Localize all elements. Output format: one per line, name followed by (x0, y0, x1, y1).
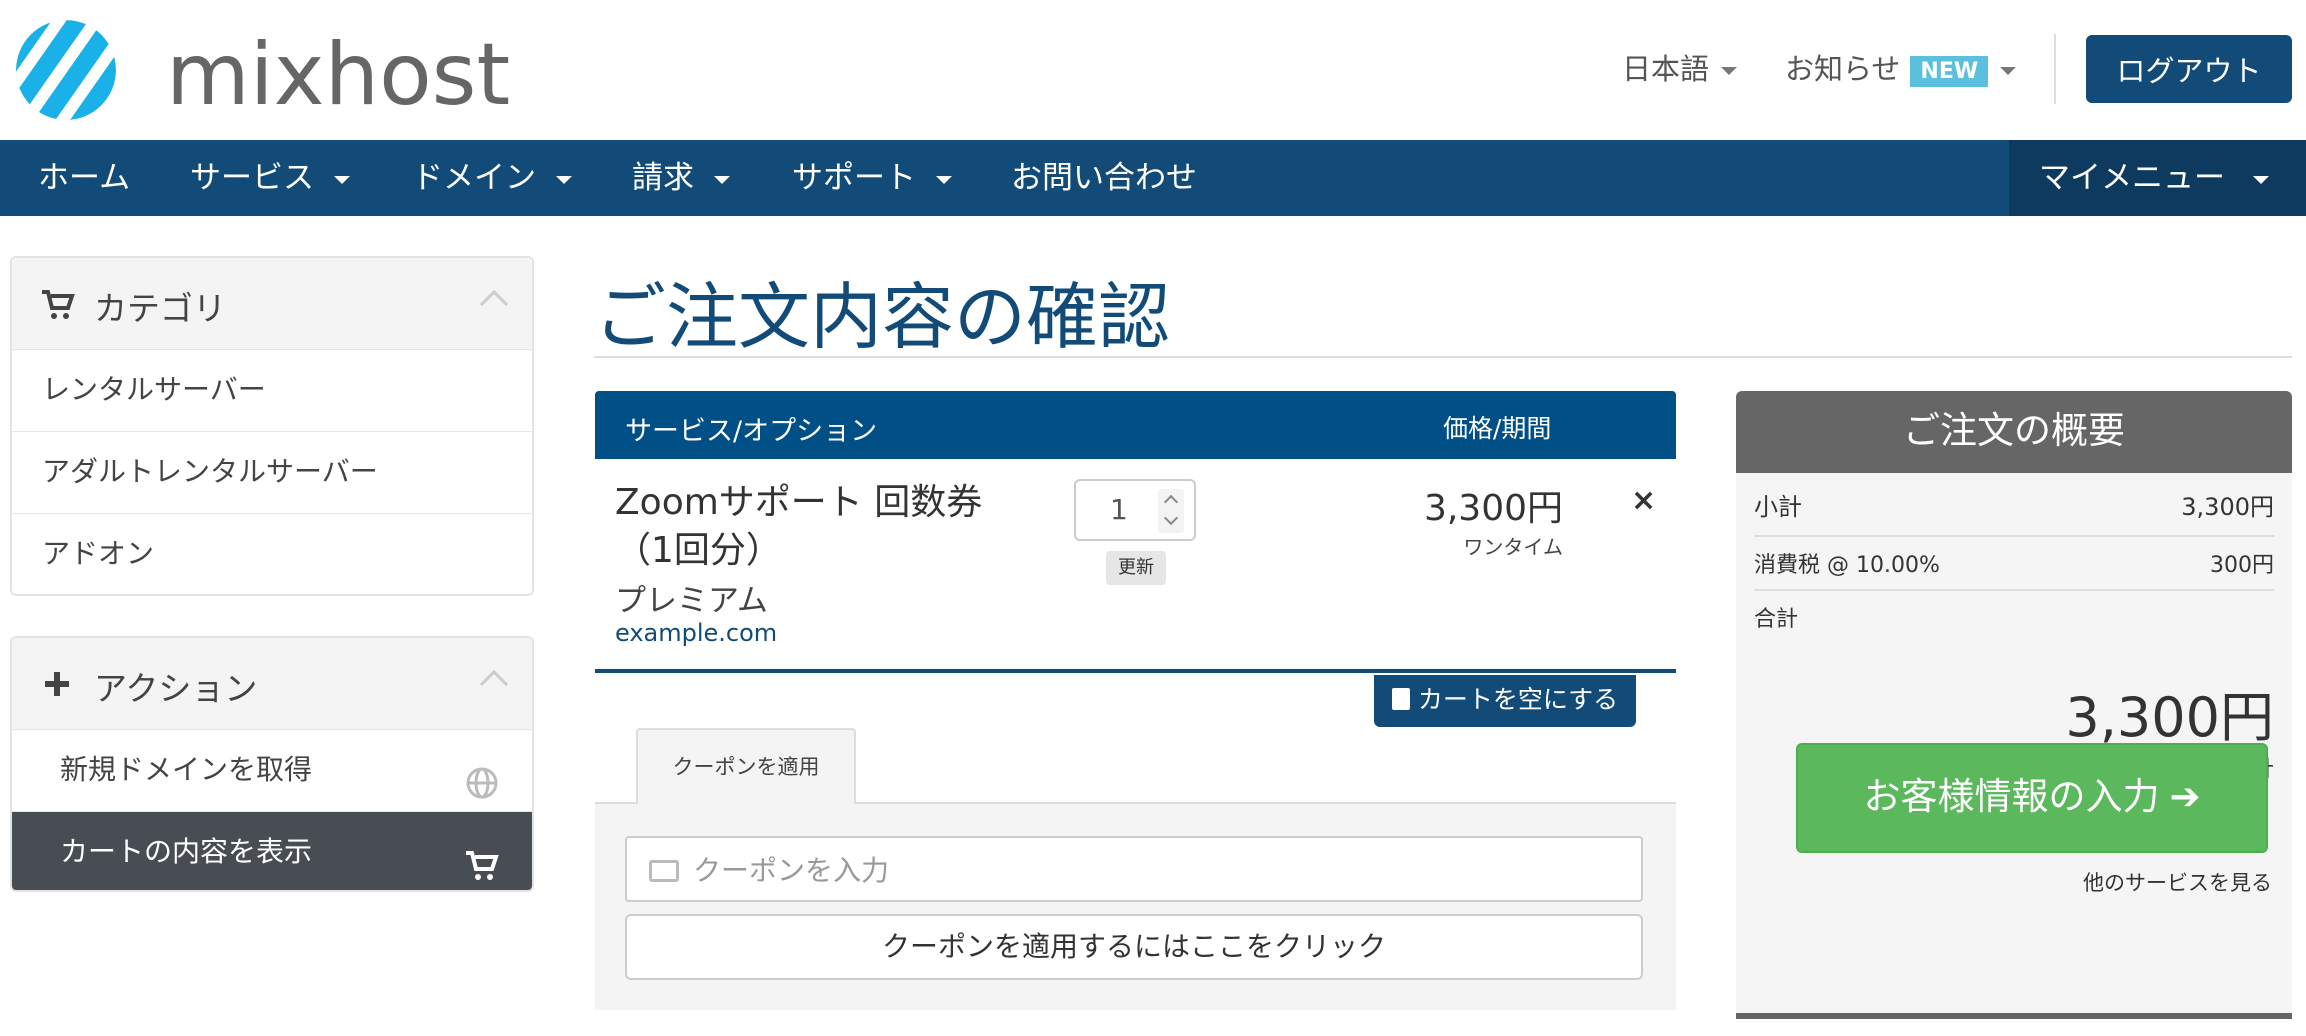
categories-panel-header[interactable]: カテゴリ (12, 258, 532, 350)
total-label: 合計 (1754, 607, 1799, 632)
nav-contact[interactable]: お問い合わせ (1011, 140, 1197, 216)
nav-support[interactable]: サポート (792, 140, 952, 216)
nav-support-label: サポート (792, 160, 916, 196)
coupon-input-wrapper (625, 836, 1643, 902)
checkout-button[interactable]: お客様情報の入力 ➔ (1796, 743, 2268, 853)
actions-title: アクション (94, 669, 258, 708)
nav-services-label: サービス (190, 160, 314, 196)
summary-divider (1754, 535, 2274, 537)
main-navbar: ホーム サービス ドメイン 請求 サポート お問い合わせ マイメニュー (0, 140, 2306, 216)
nav-billing[interactable]: 請求 (632, 140, 730, 216)
quantity-value: 1 (1110, 493, 1128, 526)
order-summary: ご注文の概要 小計 3,300円 消費税 @ 10.00% 300円 合計 3,… (1736, 391, 2292, 1019)
billing-cycle: ワンタイム (1463, 535, 1563, 559)
categories-panel: カテゴリ レンタルサーバー アダルトレンタルサーバー アドオン (10, 256, 534, 596)
tax-label: 消費税 @ 10.00% (1754, 553, 1940, 578)
category-rental-server[interactable]: レンタルサーバー (12, 350, 532, 432)
chevron-down-icon (1721, 67, 1738, 75)
coupon-input[interactable] (693, 848, 1593, 892)
actions-panel-header[interactable]: アクション (12, 638, 532, 730)
cart-table-header: サービス/オプション 価格/期間 (595, 391, 1676, 459)
tax-value: 300円 (2210, 553, 2274, 578)
ticket-icon (649, 860, 679, 882)
actions-panel: アクション 新規ドメインを取得 カートの内容を表示 (10, 636, 534, 892)
action-view-cart[interactable]: カートの内容を表示 (12, 812, 532, 890)
nav-home[interactable]: ホーム (38, 140, 130, 216)
nav-services[interactable]: サービス (190, 140, 350, 216)
shopping-cart-icon (40, 286, 76, 322)
chevron-down-icon (2000, 67, 2017, 75)
action-view-cart-label: カートの内容を表示 (60, 835, 313, 868)
mixhost-logo[interactable]: mixhost (8, 18, 528, 122)
language-dropdown[interactable]: 日本語 (1622, 46, 1738, 88)
column-price-header: 価格/期間 (1443, 414, 1552, 443)
nav-contact-label: お問い合わせ (1011, 160, 1197, 196)
arrow-right-icon: ➔ (2169, 775, 2201, 818)
globe-icon (464, 752, 500, 799)
update-quantity-button[interactable]: 更新 (1106, 551, 1166, 585)
logout-button[interactable]: ログアウト (2086, 35, 2292, 103)
action-register-domain-label: 新規ドメインを取得 (60, 753, 313, 786)
chevron-down-icon (714, 175, 730, 184)
checkout-label: お客様情報の入力 (1863, 775, 2160, 818)
continue-shopping-link[interactable]: 他のサービスを見る (2083, 867, 2272, 897)
action-register-domain[interactable]: 新規ドメインを取得 (12, 730, 532, 812)
column-service-header: サービス/オプション (625, 416, 878, 447)
category-adult-rental-server[interactable]: アダルトレンタルサーバー (12, 432, 532, 514)
order-summary-title: ご注文の概要 (1736, 391, 2292, 473)
plus-icon (40, 666, 76, 702)
item-price: 3,300円 (1423, 488, 1563, 529)
empty-cart-button[interactable]: カートを空にする (1374, 675, 1636, 727)
category-addons[interactable]: アドオン (12, 514, 532, 594)
subtotal-row: 小計 3,300円 (1754, 487, 2274, 522)
language-label: 日本語 (1622, 52, 1710, 86)
spinner-arrows-icon[interactable] (1158, 489, 1184, 533)
product-domain: example.com (615, 619, 778, 647)
chevron-down-icon (556, 175, 572, 184)
subtotal-label: 小計 (1754, 493, 1802, 521)
title-divider (594, 356, 2292, 358)
tax-row: 消費税 @ 10.00% 300円 (1754, 547, 2274, 579)
nav-my-menu[interactable]: マイメニュー (2009, 140, 2306, 216)
summary-divider (1754, 589, 2274, 591)
coupon-panel: クーポンを適用するにはここをクリック (595, 802, 1676, 1010)
nav-domains-label: ドメイン (412, 160, 536, 196)
cart-item-row: Zoomサポート 回数券（1回分） プレミアム example.com 1 更新… (595, 459, 1676, 673)
news-dropdown[interactable]: お知らせ NEW (1785, 46, 2017, 88)
chevron-down-icon (334, 175, 350, 184)
nav-domains[interactable]: ドメイン (412, 140, 572, 216)
quantity-stepper[interactable]: 1 (1074, 479, 1196, 541)
nav-home-label: ホーム (38, 160, 131, 196)
nav-billing-label: 請求 (632, 160, 694, 196)
empty-cart-label: カートを空にする (1417, 685, 1619, 714)
logo-wordmark: mixhost (166, 25, 510, 122)
product-variant: プレミアム (615, 583, 768, 619)
page-title: ご注文内容の確認 (594, 275, 1171, 359)
chevron-down-icon (2253, 175, 2269, 184)
categories-title: カテゴリ (94, 289, 226, 328)
news-label: お知らせ (1785, 52, 1901, 86)
shopping-cart-icon (464, 834, 500, 880)
remove-item-button[interactable]: × (1631, 483, 1656, 518)
trash-icon (1391, 688, 1410, 710)
chevron-down-icon (936, 175, 952, 184)
tab-apply-coupon[interactable]: クーポンを適用 (636, 728, 856, 804)
site-header: mixhost 日本語 お知らせ NEW ログアウト (0, 0, 2306, 140)
header-divider (2054, 34, 2056, 104)
chevron-up-icon[interactable] (479, 289, 509, 319)
subtotal-value: 3,300円 (2181, 493, 2274, 521)
product-name: Zoomサポート 回数券（1回分） (615, 482, 983, 571)
apply-coupon-button[interactable]: クーポンを適用するにはここをクリック (625, 914, 1643, 980)
new-badge: NEW (1910, 55, 1989, 87)
total-row: 合計 (1754, 601, 2274, 633)
chevron-up-icon[interactable] (479, 669, 509, 699)
total-amount: 3,300円 (2065, 686, 2274, 749)
nav-my-menu-label: マイメニュー (2039, 160, 2225, 196)
